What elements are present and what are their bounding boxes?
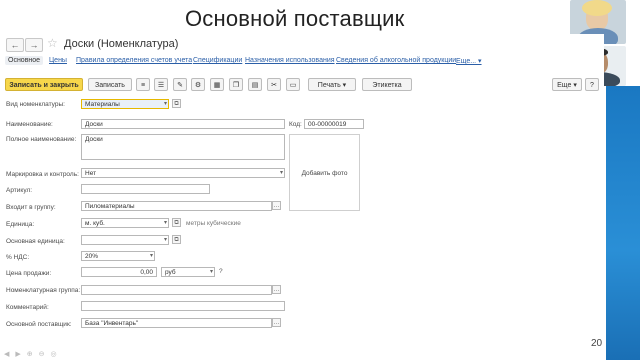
save-button[interactable]: Записать (88, 78, 132, 91)
vat-select[interactable]: 20% ▾ (81, 251, 155, 261)
group-value: Пиломатериалы (85, 203, 135, 210)
ellipsis-icon[interactable]: … (272, 201, 281, 210)
presenter-controls: ◀▶⊕⊖◎ (4, 351, 63, 358)
list-icon[interactable]: ≡ (136, 78, 150, 91)
price-input[interactable]: 0,00 (81, 267, 157, 277)
chevron-down-icon: ▾ (163, 220, 167, 226)
code-input[interactable]: 00-00000019 (304, 119, 364, 129)
tab-more[interactable]: Еще... ▾ (456, 57, 482, 65)
slide-title: Основной поставщик (185, 6, 405, 31)
code-label: Код: (289, 121, 302, 128)
window-title: Доски (Номенклатура) (64, 38, 179, 50)
vid-select[interactable]: Материалы ▾ (81, 99, 169, 109)
price-label: Цена продажи: (6, 270, 52, 277)
marking-value: Нет (85, 170, 97, 177)
copy-icon[interactable]: ❐ (229, 78, 243, 91)
tab-specifications[interactable]: Спецификации (193, 57, 242, 64)
group-select[interactable]: Пиломатериалы (81, 201, 272, 211)
open-link-icon[interactable]: ⧉ (172, 99, 181, 108)
chevron-down-icon: ▾ (163, 101, 167, 107)
menu-icon[interactable]: ☰ (154, 78, 168, 91)
label-button[interactable]: Этикетка (362, 78, 412, 91)
currency-value: руб (165, 269, 176, 276)
open-link-icon[interactable]: ⧉ (172, 235, 181, 244)
slide-number: 20 (591, 338, 603, 349)
chevron-down-icon: ▾ (163, 237, 167, 243)
tab-prices[interactable]: Цены (49, 57, 67, 64)
name-label: Наименование: (6, 121, 53, 128)
base-unit-label: Основная единица: (6, 238, 65, 245)
supplier-label: Основной поставщик: (6, 321, 72, 328)
vat-label: % НДС: (6, 254, 30, 261)
edit-icon[interactable]: ✎ (173, 78, 187, 91)
vat-value: 20% (85, 253, 99, 260)
print-button[interactable]: Печать ▾ (308, 78, 356, 91)
back-button[interactable]: ← (6, 38, 24, 52)
supplier-value: База "Инвентарь" (85, 320, 139, 327)
ellipsis-icon[interactable]: … (272, 285, 281, 294)
nom-group-label: Номенклатурная группа: (6, 287, 81, 294)
structure-icon[interactable]: ▦ (210, 78, 224, 91)
base-unit-select[interactable]: ▾ (81, 235, 169, 245)
nom-group-select[interactable] (81, 285, 272, 295)
tab-usage[interactable]: Назначения использования (245, 57, 335, 64)
comment-label: Комментарий: (6, 304, 49, 311)
chevron-down-icon: ▾ (209, 269, 213, 275)
ellipsis-icon[interactable]: … (272, 318, 281, 327)
chevron-down-icon: ▾ (279, 170, 283, 176)
currency-select[interactable]: руб ▾ (161, 267, 215, 277)
unit-select[interactable]: м. куб. ▾ (81, 218, 169, 228)
group-label: Входит в группу: (6, 204, 56, 211)
unit-label: Единица: (6, 221, 35, 228)
save-and-close-button[interactable]: Записать и закрыть (5, 78, 83, 91)
attachment-icon[interactable]: ✂ (267, 78, 281, 91)
tab-alcohol[interactable]: Сведения об алкогольной продукции (336, 57, 456, 64)
help-button[interactable]: ? (585, 78, 599, 91)
favorite-star-icon[interactable]: ☆ (47, 36, 58, 50)
marking-select[interactable]: Нет ▾ (81, 168, 285, 178)
article-label: Артикул: (6, 187, 33, 194)
forward-button[interactable]: → (25, 38, 43, 52)
chevron-down-icon: ▾ (149, 253, 153, 259)
add-photo-button[interactable]: Добавить фото (289, 134, 360, 211)
document-icon[interactable]: ▭ (286, 78, 300, 91)
full-name-input[interactable]: Доски (81, 134, 285, 160)
tab-main[interactable]: Основное (5, 56, 44, 65)
comment-input[interactable] (81, 301, 285, 311)
settings-icon[interactable]: ⚙ (191, 78, 205, 91)
more-button[interactable]: Еще ▾ (552, 78, 582, 91)
vid-value: Материалы (85, 101, 120, 108)
report-icon[interactable]: ▤ (248, 78, 262, 91)
unit-hint: метры кубические (186, 220, 241, 227)
open-link-icon[interactable]: ⧉ (172, 218, 181, 227)
marking-label: Маркировка и контроль: (6, 171, 79, 178)
article-input[interactable] (81, 184, 210, 194)
name-input[interactable]: Доски (81, 119, 285, 129)
price-help-icon[interactable]: ? (219, 268, 223, 275)
unit-value: м. куб. (85, 220, 105, 227)
tab-account-rules[interactable]: Правила определения счетов учета (76, 57, 192, 64)
vid-label: Вид номенклатуры: (6, 101, 65, 108)
presentation-side-strip (606, 86, 640, 360)
supplier-select[interactable]: База "Инвентарь" (81, 318, 272, 328)
full-name-label: Полное наименование: (6, 136, 77, 143)
